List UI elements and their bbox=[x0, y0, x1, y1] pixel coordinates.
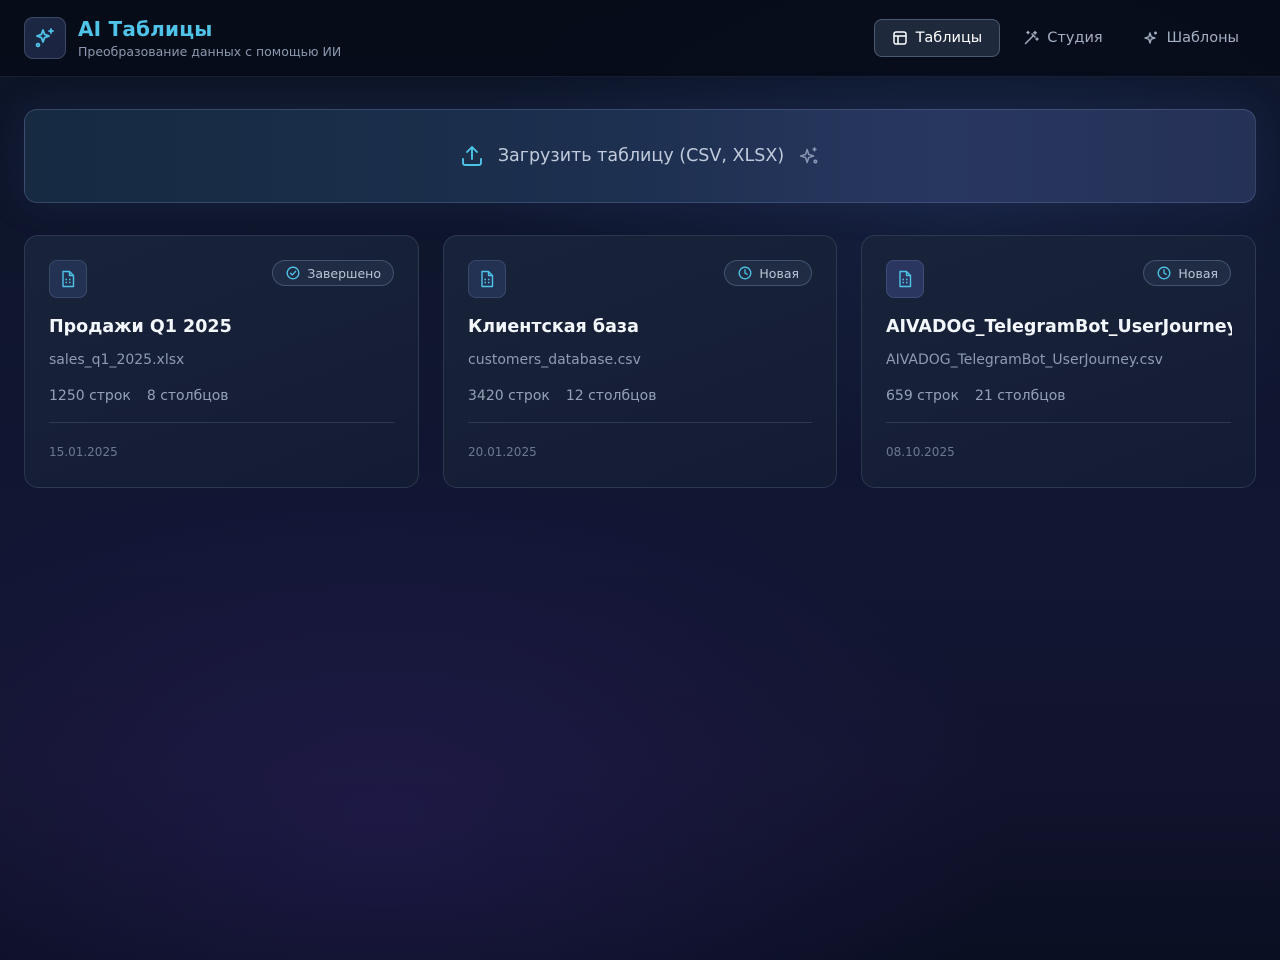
column-count: 8 столбцов bbox=[146, 388, 229, 404]
status-badge: Завершено bbox=[272, 260, 394, 286]
status-label: Новая bbox=[1178, 265, 1218, 281]
card-filename: AIVADOG_TelegramBot_UserJourney.csv bbox=[886, 352, 1163, 368]
main-nav: Таблицы Студия Шаблоны bbox=[868, 19, 1256, 57]
nav-tables-tab[interactable]: Таблицы bbox=[873, 19, 1001, 57]
file-spreadsheet-icon bbox=[468, 260, 506, 298]
nav-studio-tab[interactable]: Студия bbox=[1006, 19, 1119, 57]
table-card[interactable]: Новая Клиентская база customers_database… bbox=[443, 235, 837, 488]
table-card[interactable]: Новая AIVADOG_TelegramBot_UserJourney AI… bbox=[861, 235, 1256, 488]
card-title: Клиентская база bbox=[468, 317, 639, 337]
card-title: AIVADOG_TelegramBot_UserJourney bbox=[886, 317, 1232, 337]
column-count: 12 столбцов bbox=[565, 388, 657, 404]
card-date: 15.01.2025 bbox=[49, 445, 118, 459]
card-filename: customers_database.csv bbox=[468, 352, 641, 368]
check-circle-icon bbox=[286, 266, 300, 280]
card-divider bbox=[49, 422, 394, 423]
nav-studio-label: Студия bbox=[1047, 30, 1103, 46]
nav-tables-label: Таблицы bbox=[915, 30, 983, 46]
card-title: Продажи Q1 2025 bbox=[49, 317, 232, 337]
upload-table-button[interactable]: Загрузить таблицу (CSV, XLSX) bbox=[24, 109, 1256, 203]
row-count: 659 строк bbox=[886, 388, 959, 404]
sparkles-icon bbox=[800, 147, 818, 164]
app-subtitle: Преобразование данных с помощью ИИ bbox=[78, 44, 342, 59]
card-date: 08.10.2025 bbox=[886, 445, 955, 459]
sparkles-icon bbox=[1143, 31, 1157, 44]
app-header: AI Таблицы Преобразование данных с помощ… bbox=[0, 0, 1280, 77]
clock-icon bbox=[738, 266, 752, 280]
table-card[interactable]: Завершено Продажи Q1 2025 sales_q1_2025.… bbox=[24, 235, 419, 488]
sparkles-icon bbox=[35, 28, 54, 48]
card-meta: 1250 строк 8 столбцов bbox=[49, 388, 229, 404]
column-count: 21 столбцов bbox=[974, 388, 1066, 404]
card-meta: 659 строк 21 столбцов bbox=[886, 388, 1066, 404]
status-badge: Новая bbox=[724, 260, 812, 286]
nav-templates-tab[interactable]: Шаблоны bbox=[1126, 19, 1256, 57]
upload-label: Загрузить таблицу (CSV, XLSX) bbox=[497, 146, 785, 166]
status-label: Завершено bbox=[307, 265, 381, 281]
card-date: 20.01.2025 bbox=[468, 445, 537, 459]
upload-icon bbox=[461, 146, 482, 166]
card-filename: sales_q1_2025.xlsx bbox=[49, 352, 185, 368]
status-badge: Новая bbox=[1143, 260, 1231, 286]
row-count: 3420 строк bbox=[468, 388, 550, 404]
nav-templates-label: Шаблоны bbox=[1166, 30, 1239, 46]
row-count: 1250 строк bbox=[49, 388, 131, 404]
file-spreadsheet-icon bbox=[886, 260, 924, 298]
table-icon bbox=[892, 31, 907, 45]
status-label: Новая bbox=[759, 265, 799, 281]
app-title: AI Таблицы bbox=[78, 17, 213, 41]
card-divider bbox=[468, 422, 812, 423]
card-divider bbox=[886, 422, 1231, 423]
card-meta: 3420 строк 12 столбцов bbox=[468, 388, 656, 404]
file-spreadsheet-icon bbox=[49, 260, 87, 298]
magic-wand-icon bbox=[1025, 30, 1040, 45]
logo[interactable] bbox=[24, 17, 66, 59]
clock-icon bbox=[1157, 266, 1171, 280]
